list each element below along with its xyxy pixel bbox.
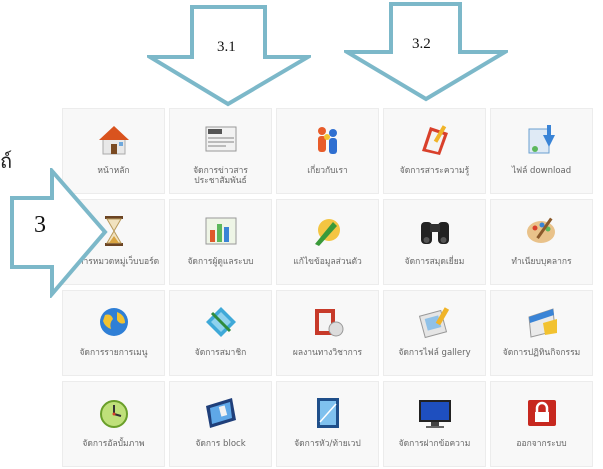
logout-lock-icon [527, 400, 556, 426]
tile-label: ไฟล์ download [511, 166, 572, 176]
tile-academic-works[interactable]: ผลงานทางวิชาการ [276, 290, 379, 376]
tile-label: จัดการไฟล์ gallery [398, 348, 471, 358]
tile-members[interactable]: จัดการสมาชิก [169, 290, 272, 376]
annotation-arrow-3-1: 3.1 [147, 5, 311, 107]
tile-label: จัดการ block [195, 439, 246, 449]
tile-label: จัดการหัว/ท้ายเวป [294, 439, 361, 449]
tile-label: จัดการสมุดเยี่ยม [404, 257, 465, 267]
download-icon [528, 125, 555, 154]
tile-edit-profile[interactable]: แก้ไขข้อมูลส่วนตัว [276, 199, 379, 285]
palette-icon [526, 217, 555, 243]
tile-logout[interactable]: ออกจากระบบ [490, 381, 593, 467]
newspaper-icon [205, 126, 236, 152]
globe-icon [99, 308, 128, 336]
tile-label: ผลงานทางวิชาการ [292, 348, 363, 358]
members-icon [205, 307, 236, 337]
annotation-label-3: 3 [34, 212, 46, 238]
tile-label: แก้ไขข้อมูลส่วนตัว [293, 257, 362, 267]
tile-label: จัดการอัลบั้มภาพ [82, 439, 145, 449]
tile-label: จัดการผู้ดูแลระบบ [187, 257, 254, 267]
calendar-icon [527, 308, 557, 338]
edit-profile-icon [314, 219, 340, 246]
admin-chart-icon [205, 217, 236, 245]
annotation-arrow-3-2: 3.2 [344, 2, 508, 102]
tile-knowledge[interactable]: จัดการสาระความรู้ [383, 108, 486, 194]
tile-guestbook[interactable]: จัดการสมุดเยี่ยม [383, 199, 486, 285]
annotation-label-3-2: 3.2 [412, 36, 431, 52]
academic-icon [314, 309, 343, 337]
admin-menu-grid: หน้าหลัก จัดการข่าวสารประชาสัมพันธ์ เกี่… [62, 108, 593, 467]
people-icon [317, 127, 337, 154]
tile-menu-list[interactable]: จัดการรายการเมนู [62, 290, 165, 376]
monitor-icon [418, 400, 451, 428]
tile-label: จัดการปฏิทินกิจกรรม [502, 348, 581, 358]
tile-label: จัดการสมาชิก [194, 348, 247, 358]
annotation-label-3-1: 3.1 [217, 39, 236, 55]
gallery-icon [418, 307, 449, 339]
tile-label: จัดการฝากข้อความ [398, 439, 471, 449]
tile-messages[interactable]: จัดการฝากข้อความ [383, 381, 486, 467]
tile-staff-directory[interactable]: ทำเนียบบุคลากร [490, 199, 593, 285]
tile-admins[interactable]: จัดการผู้ดูแลระบบ [169, 199, 272, 285]
tile-label: เกี่ยวกับเรา [307, 166, 348, 176]
tile-block[interactable]: จัดการ block [169, 381, 272, 467]
block-icon [205, 398, 236, 428]
clock-album-icon [99, 400, 128, 428]
binoculars-icon [420, 222, 449, 244]
tile-label: จัดการข่าวสารประชาสัมพันธ์ [193, 166, 248, 186]
tile-header-footer[interactable]: จัดการหัว/ท้ายเวป [276, 381, 379, 467]
tile-photo-album[interactable]: จัดการอัลบั้มภาพ [62, 381, 165, 467]
tile-download[interactable]: ไฟล์ download [490, 108, 593, 194]
knowledge-icon [421, 125, 448, 155]
tile-about[interactable]: เกี่ยวกับเรา [276, 108, 379, 194]
tile-label: ออกจากระบบ [516, 439, 567, 449]
header-footer-icon [316, 398, 339, 428]
tile-activity-calendar[interactable]: จัดการปฏิทินกิจกรรม [490, 290, 593, 376]
home-icon [98, 126, 129, 155]
tile-news[interactable]: จัดการข่าวสารประชาสัมพันธ์ [169, 108, 272, 194]
tile-label: จัดการสาระความรู้ [399, 166, 470, 176]
annotation-arrow-3: 3 [2, 168, 108, 298]
tile-label: ทำเนียบบุคลากร [511, 257, 572, 267]
tile-gallery-files[interactable]: จัดการไฟล์ gallery [383, 290, 486, 376]
tile-label: จัดการรายการเมนู [79, 348, 148, 358]
